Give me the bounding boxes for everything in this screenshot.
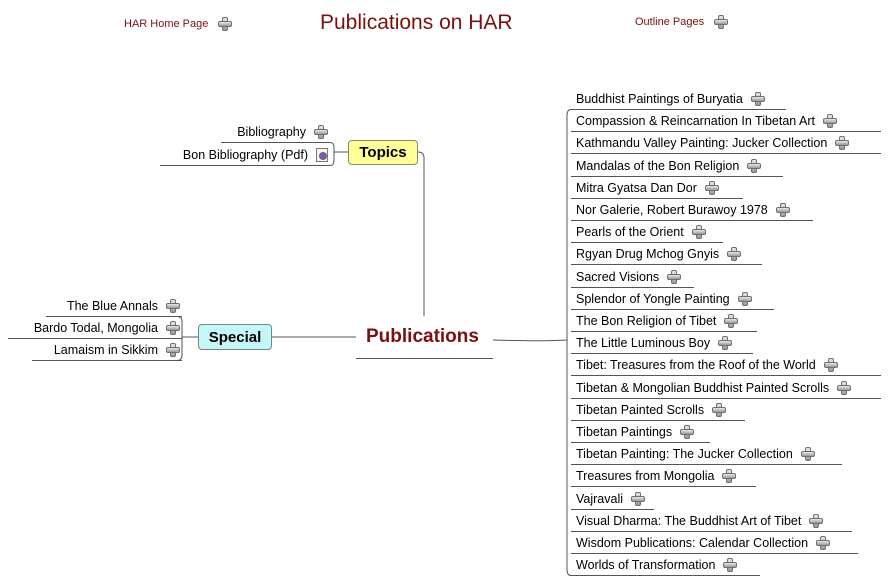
plus-icon[interactable] (837, 381, 852, 395)
publication-item[interactable]: Tibetan Painted Scrolls (571, 399, 745, 421)
publication-item[interactable]: Mandalas of the Bon Religion (571, 155, 783, 177)
har-home-label[interactable]: HAR Home Page (124, 18, 208, 30)
publication-item-label[interactable]: Visual Dharma: The Buddhist Art of Tibet (576, 514, 801, 528)
publication-item-label[interactable]: Mitra Gyatsa Dan Dor (576, 181, 697, 195)
publication-item[interactable]: Vajravali (571, 488, 654, 510)
plus-icon[interactable] (166, 321, 180, 335)
topic-item-label[interactable]: Bibliography (237, 125, 306, 139)
plus-icon[interactable] (166, 343, 180, 357)
plus-icon[interactable] (680, 425, 695, 439)
publication-item-label[interactable]: Tibetan Painted Scrolls (576, 403, 704, 417)
publication-item-label[interactable]: Sacred Visions (576, 270, 659, 284)
plus-icon[interactable] (712, 403, 727, 417)
plus-icon[interactable] (823, 358, 838, 372)
central-node-publications[interactable]: Publications (366, 326, 479, 348)
publication-item[interactable]: Mitra Gyatsa Dan Dor (571, 177, 743, 199)
outline-pages-label[interactable]: Outline Pages (635, 16, 704, 28)
special-item-label[interactable]: The Blue Annals (67, 299, 158, 313)
plus-icon[interactable] (718, 336, 733, 350)
publication-item-label[interactable]: Rgyan Drug Mchog Gnyis (576, 247, 719, 261)
publication-item-label[interactable]: Buddhist Paintings of Buryatia (576, 92, 743, 106)
publication-item-label[interactable]: Compassion & Reincarnation In Tibetan Ar… (576, 114, 815, 128)
special-item[interactable]: Lamaism in Sikkim (32, 339, 182, 361)
special-item[interactable]: Bardo Todal, Mongolia (8, 317, 182, 339)
publication-item[interactable]: Pearls of the Orient (571, 221, 723, 243)
publication-item[interactable]: The Bon Religion of Tibet (571, 310, 757, 332)
plus-icon[interactable] (809, 514, 824, 528)
publication-item-label[interactable]: Vajravali (576, 492, 623, 506)
plus-icon[interactable] (667, 270, 682, 284)
plus-icon[interactable] (723, 558, 738, 572)
publication-item[interactable]: Rgyan Drug Mchog Gnyis (571, 243, 762, 265)
plus-icon[interactable] (737, 292, 752, 306)
publication-item-label[interactable]: Tibet: Treasures from the Roof of the Wo… (576, 358, 816, 372)
plus-icon[interactable] (631, 492, 646, 506)
publication-item-label[interactable]: Tibetan & Mongolian Buddhist Painted Scr… (576, 381, 829, 395)
plus-icon[interactable] (775, 203, 790, 217)
plus-icon[interactable] (823, 114, 838, 128)
plus-icon[interactable] (314, 125, 328, 139)
publication-item-label[interactable]: Nor Galerie, Robert Burawoy 1978 (576, 203, 768, 217)
plus-icon[interactable] (750, 92, 765, 106)
topics-bracket (329, 142, 335, 166)
publication-item-label[interactable]: Pearls of the Orient (576, 225, 684, 239)
publication-item-label[interactable]: The Little Luminous Boy (576, 336, 710, 350)
outline-pages-link[interactable]: Outline Pages (635, 15, 729, 29)
plus-icon[interactable] (835, 136, 850, 150)
publication-item[interactable]: Sacred Visions (571, 266, 694, 288)
publication-item-label[interactable]: Splendor of Yongle Painting (576, 292, 730, 306)
topic-item[interactable]: Bibliography (221, 121, 330, 143)
publication-item[interactable]: Worlds of Transformation (571, 554, 760, 576)
publication-item[interactable]: Nor Galerie, Robert Burawoy 1978 (571, 199, 813, 221)
central-to-publications (492, 339, 568, 342)
publication-item[interactable]: Splendor of Yongle Painting (571, 288, 774, 310)
publication-item[interactable]: Buddhist Paintings of Buryatia (571, 88, 786, 110)
special-item-label[interactable]: Bardo Todal, Mongolia (34, 321, 158, 335)
publication-item-label[interactable]: Kathmandu Valley Painting: Jucker Collec… (576, 136, 827, 150)
publication-item-label[interactable]: Mandalas of the Bon Religion (576, 159, 739, 173)
topics-node[interactable]: Topics (348, 140, 418, 165)
topic-item[interactable]: Bon Bibliography (Pdf) (160, 144, 330, 166)
publication-item-label[interactable]: Tibetan Painting: The Jucker Collection (576, 447, 793, 461)
publication-item-label[interactable]: Tibetan Paintings (576, 425, 672, 439)
plus-icon[interactable] (218, 17, 233, 31)
plus-icon[interactable] (722, 469, 737, 483)
plus-icon[interactable] (747, 159, 762, 173)
publication-item[interactable]: Tibetan Painting: The Jucker Collection (571, 443, 842, 465)
publication-item-label[interactable]: Treasures from Mongolia (576, 469, 714, 483)
page-title: Publications on HAR (320, 11, 513, 34)
special-item[interactable]: The Blue Annals (46, 295, 182, 317)
special-node[interactable]: Special (198, 324, 272, 350)
central-to-topics (417, 151, 425, 316)
publication-item[interactable]: Tibetan & Mongolian Buddhist Painted Scr… (571, 377, 881, 399)
plus-icon[interactable] (691, 225, 706, 239)
publication-item-label[interactable]: Wisdom Publications: Calendar Collection (576, 536, 808, 550)
publication-item[interactable]: Kathmandu Valley Painting: Jucker Collec… (571, 132, 881, 154)
topic-item-label[interactable]: Bon Bibliography (Pdf) (183, 148, 308, 162)
publication-item[interactable]: Visual Dharma: The Buddhist Art of Tibet (571, 510, 852, 532)
plus-icon[interactable] (714, 15, 729, 29)
plus-icon[interactable] (727, 247, 742, 261)
har-home-link[interactable]: HAR Home Page (124, 17, 233, 31)
plus-icon[interactable] (166, 299, 180, 313)
publication-item[interactable]: The Little Luminous Boy (571, 332, 753, 354)
publication-item[interactable]: Treasures from Mongolia (571, 465, 756, 487)
publication-item[interactable]: Compassion & Reincarnation In Tibetan Ar… (571, 110, 881, 132)
publication-item[interactable]: Tibetan Paintings (571, 421, 710, 443)
pdf-document-icon[interactable] (316, 148, 328, 162)
publication-item-label[interactable]: The Bon Religion of Tibet (576, 314, 716, 328)
special-item-label[interactable]: Lamaism in Sikkim (54, 343, 158, 357)
publication-item[interactable]: Wisdom Publications: Calendar Collection (571, 532, 858, 554)
plus-icon[interactable] (800, 447, 815, 461)
plus-icon[interactable] (704, 181, 719, 195)
plus-icon[interactable] (724, 314, 739, 328)
publication-item[interactable]: Tibet: Treasures from the Roof of the Wo… (571, 354, 881, 376)
publication-item-label[interactable]: Worlds of Transformation (576, 558, 715, 572)
plus-icon[interactable] (816, 536, 831, 550)
